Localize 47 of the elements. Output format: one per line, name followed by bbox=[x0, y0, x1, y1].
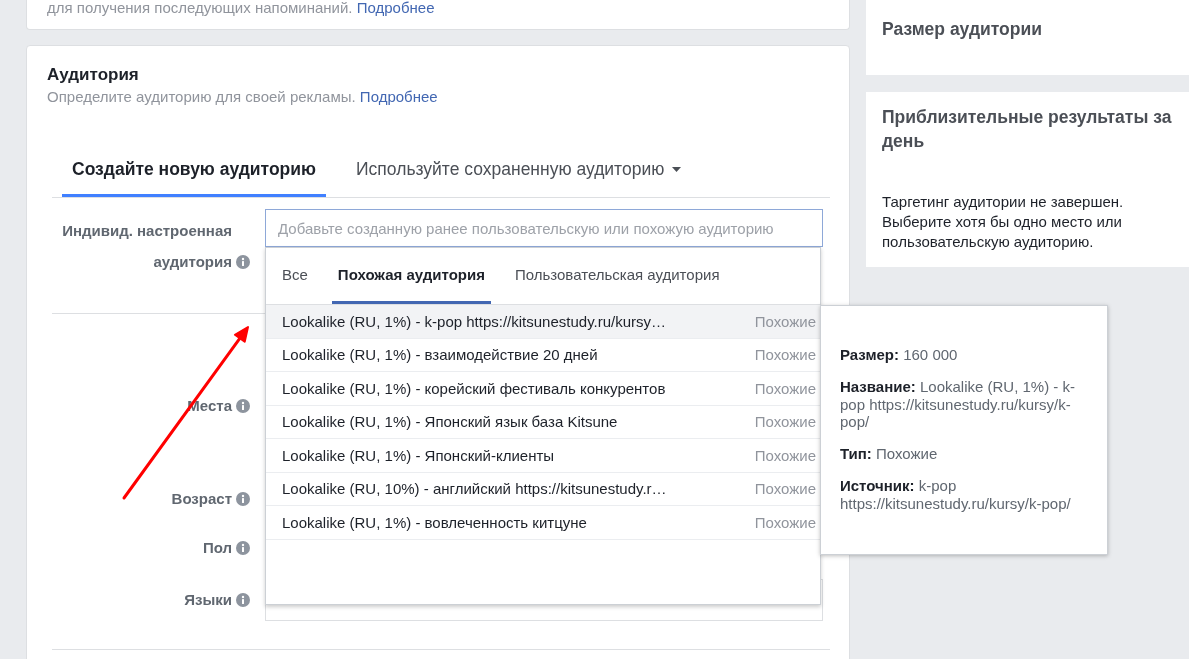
tooltip-text: Тип: Похожие bbox=[840, 445, 939, 463]
audience-name: Lookalike (RU, 1%) - Японский язык база Kitsune bbox=[282, 413, 619, 431]
field-label: Языки bbox=[184, 590, 232, 610]
info-icon bbox=[236, 399, 250, 413]
audience-option[interactable]: Lookalike (RU, 1%) - взаимодействие 20 дней Похожие bbox=[266, 338, 820, 372]
info-icon bbox=[236, 255, 250, 269]
audience-tab[interactable]: Используйте сохраненную аудиторию bbox=[346, 145, 692, 197]
more-link[interactable]: Подробнее bbox=[356, 0, 435, 16]
section-title: Аудитория bbox=[47, 65, 140, 85]
audience-type: Похожие bbox=[754, 446, 816, 464]
audience-option[interactable]: Lookalike (RU, 1%) - корейский фестиваль конкурентов Похожие bbox=[266, 372, 820, 406]
audience-name: Lookalike (RU, 10%) - английский https://kitsunestudy.r… bbox=[282, 480, 668, 498]
audience-type: Похожие bbox=[754, 413, 816, 431]
audience-option[interactable]: Lookalike (RU, 1%) - Японский-клиенты Похожие bbox=[266, 439, 820, 473]
dropdown-tab[interactable]: Пользовательская аудитория bbox=[508, 248, 726, 304]
audience-name: Lookalike (RU, 1%) - Японский-клиенты bbox=[282, 446, 556, 464]
card-title: Размер аудитории bbox=[882, 19, 1043, 39]
audience-name: Lookalike (RU, 1%) - k-pop https://kitsunestudy.ru/kursy… bbox=[282, 312, 668, 330]
info-icon bbox=[236, 541, 250, 555]
audience-search-field[interactable]: Добавьте созданную ранее пользовательскую или похожую аудиторию bbox=[265, 209, 823, 247]
field-label: Индивид. настроенная аудитория bbox=[61, 221, 232, 272]
audience-type: Похожие bbox=[754, 513, 816, 531]
card-title: Приблизительные результаты за день bbox=[882, 106, 1173, 153]
tooltip-text: Источник: k-pop https://kitsunestudy.ru/kursy/k-pop/ bbox=[840, 477, 1072, 512]
audience-type: Похожие bbox=[754, 312, 816, 330]
audience-type: Похожие bbox=[754, 346, 816, 364]
targeting-note: Таргетинг аудитории не завершен. Выберите хотя бы одно место или пользовательскую аудиторию. bbox=[882, 192, 1125, 252]
section-subtitle: Определите аудиторию для своей рекламы. Подробнее bbox=[47, 88, 439, 106]
field-label: Пол bbox=[202, 538, 232, 558]
audience-option[interactable]: Lookalike (RU, 1%) - вовлеченность китцуне Похожие bbox=[266, 506, 820, 540]
tooltip-text: Размер: 160 000 bbox=[840, 346, 959, 364]
audience-name: Lookalike (RU, 1%) - корейский фестиваль конкурентов bbox=[282, 379, 667, 397]
audience-name: Lookalike (RU, 1%) - вовлеченность китцуне bbox=[282, 513, 588, 531]
info-icon bbox=[236, 492, 250, 506]
dropdown-tab[interactable]: Все bbox=[276, 248, 314, 304]
tooltip-text: Название: Lookalike (RU, 1%) - k-pop https://kitsunestudy.ru/kursy/k-pop/ bbox=[840, 378, 1077, 431]
audience-option[interactable]: Lookalike (RU, 1%) - k-pop https://kitsunestudy.ru/kursy… Похожие bbox=[266, 305, 820, 339]
audience-tab[interactable]: Создайте новую аудиторию bbox=[62, 145, 326, 197]
audience-option[interactable]: Lookalike (RU, 1%) - Японский язык база Kitsune Похожие bbox=[266, 405, 820, 439]
info-icon bbox=[236, 593, 250, 607]
more-link[interactable]: Подробнее bbox=[359, 88, 438, 105]
field-label: Возраст bbox=[171, 489, 232, 509]
audience-option[interactable]: Lookalike (RU, 10%) - английский https://kitsunestudy.r… Похожие bbox=[266, 472, 820, 506]
audience-type: Похожие bbox=[754, 480, 816, 498]
audience-type: Похожие bbox=[754, 379, 816, 397]
audience-name: Lookalike (RU, 1%) - взаимодействие 20 дней bbox=[282, 346, 599, 364]
reminder-text: для получения последующих напоминаний. Подробнее bbox=[47, 0, 436, 16]
